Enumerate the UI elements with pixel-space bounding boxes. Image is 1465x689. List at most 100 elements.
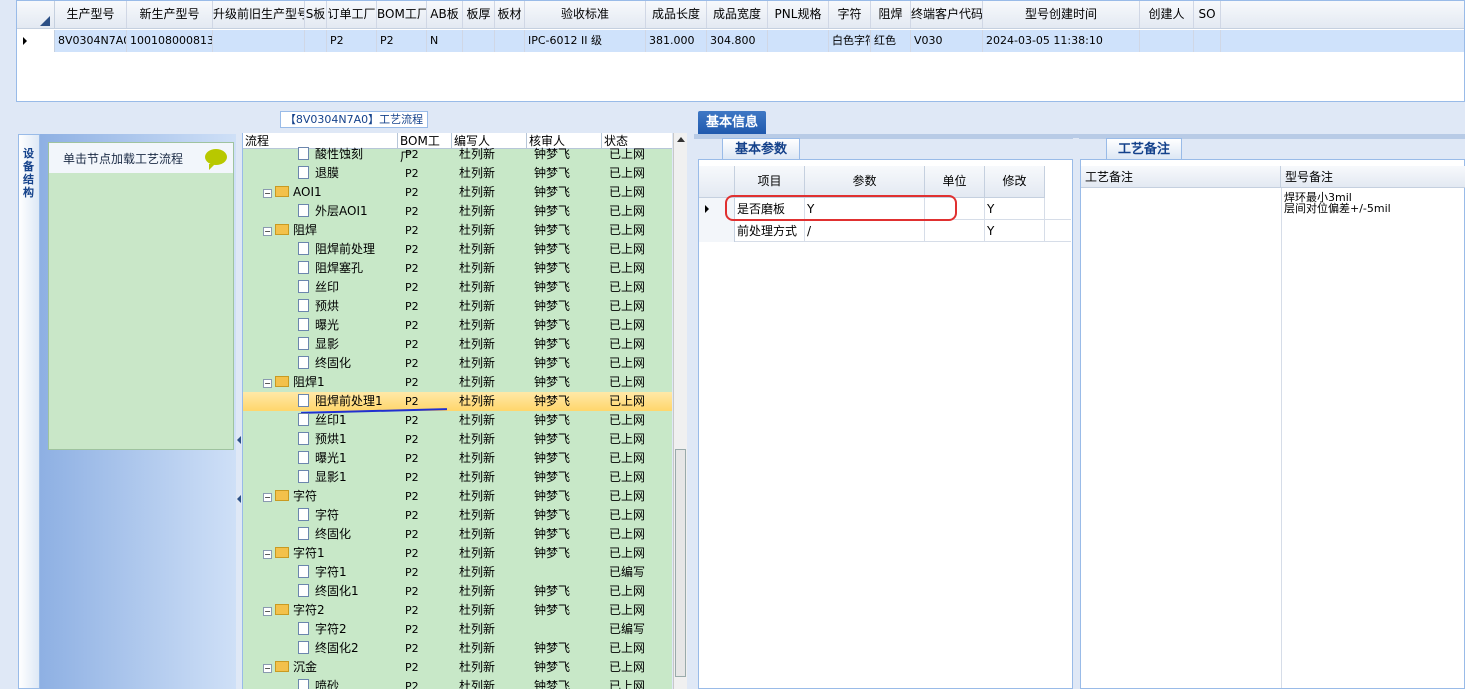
select-all-corner[interactable]	[17, 1, 55, 29]
tree-cell-reviewer: 钟梦飞	[534, 337, 571, 351]
grid-cell-2[interactable]	[213, 30, 305, 52]
tree-node[interactable]: 喷砂 P2 杜列新 钟梦飞 已上网	[243, 677, 672, 689]
tree-node[interactable]: 预烘 P2 杜列新 钟梦飞 已上网	[243, 297, 672, 316]
params-row[interactable]: 前处理方式 / Y	[699, 220, 1071, 242]
grid-header-9[interactable]: 验收标准	[525, 1, 646, 28]
grid-cell-10[interactable]: 381.000	[646, 30, 707, 52]
grid-cell-6[interactable]: N	[427, 30, 463, 52]
tree-node[interactable]: 终固化 P2 杜列新 钟梦飞 已上网	[243, 354, 672, 373]
tree-node[interactable]: 酸性蚀刻 P2 杜列新 钟梦飞 已上网	[243, 145, 672, 164]
tree-node[interactable]: 退膜 P2 杜列新 钟梦飞 已上网	[243, 164, 672, 183]
right-splitter[interactable]	[1073, 138, 1079, 689]
expand-toggle-icon[interactable]: −	[263, 664, 272, 673]
grid-header-8[interactable]: 板材	[495, 1, 525, 28]
expand-toggle-icon[interactable]: −	[263, 550, 272, 559]
grid-cell-0[interactable]: 8V0304N7A0	[55, 30, 127, 52]
tree-node[interactable]: 曝光 P2 杜列新 钟梦飞 已上网	[243, 316, 672, 335]
grid-cell-7[interactable]	[463, 30, 495, 52]
tree-folder-node[interactable]: − 阻焊1 P2 杜列新 钟梦飞 已上网	[243, 373, 672, 392]
tab-basic-params[interactable]: 基本参数	[722, 138, 800, 160]
folder-icon	[275, 186, 289, 197]
tree-cell-writer: 杜列新	[459, 622, 496, 636]
tree-folder-node[interactable]: − 字符 P2 杜列新 钟梦飞 已上网	[243, 487, 672, 506]
tree-node[interactable]: 终固化1 P2 杜列新 钟梦飞 已上网	[243, 582, 672, 601]
grid-cell-3[interactable]	[305, 30, 327, 52]
grid-cell-8[interactable]	[495, 30, 525, 52]
grid-header-12[interactable]: PNL规格	[768, 1, 829, 28]
grid-header-13[interactable]: 字符	[829, 1, 871, 28]
grid-header-3[interactable]: S板	[305, 1, 327, 28]
param-modify[interactable]: Y	[985, 220, 1045, 242]
grid-header-2[interactable]: 升级前旧生产型号	[213, 1, 305, 28]
grid-header-6[interactable]: AB板	[427, 1, 463, 28]
grid-cell-13[interactable]: 白色字符	[829, 30, 871, 52]
tree-node[interactable]: 阻焊前处理 P2 杜列新 钟梦飞 已上网	[243, 240, 672, 259]
grid-header-7[interactable]: 板厚	[463, 1, 495, 28]
grid-cell-5[interactable]: P2	[377, 30, 427, 52]
expand-toggle-icon[interactable]: −	[263, 493, 272, 502]
tree-folder-node[interactable]: − AOI1 P2 杜列新 钟梦飞 已上网	[243, 183, 672, 202]
tree-folder-node[interactable]: − 字符1 P2 杜列新 钟梦飞 已上网	[243, 544, 672, 563]
document-icon	[298, 679, 309, 689]
grid-header-11[interactable]: 成品宽度	[707, 1, 768, 28]
grid-cell-9[interactable]: IPC-6012 II 级	[525, 30, 646, 52]
tab-basic-info[interactable]: 基本信息	[698, 111, 766, 135]
tree-folder-node[interactable]: − 沉金 P2 杜列新 钟梦飞 已上网	[243, 658, 672, 677]
grid-cell-17[interactable]	[1140, 30, 1194, 52]
tree-node[interactable]: 阻焊塞孔 P2 杜列新 钟梦飞 已上网	[243, 259, 672, 278]
param-value[interactable]: /	[805, 220, 925, 242]
scrollbar-thumb[interactable]	[675, 449, 686, 677]
grid-header-4[interactable]: 订单工厂	[327, 1, 377, 28]
tree-cell-status: 已上网	[609, 261, 646, 275]
param-modify[interactable]: Y	[985, 198, 1045, 220]
tree-node[interactable]: 预烘1 P2 杜列新 钟梦飞 已上网	[243, 430, 672, 449]
tree-node[interactable]: 丝印1 P2 杜列新 钟梦飞 已上网	[243, 411, 672, 430]
model-remark-text[interactable]: 焊环最小3mil 层间对位偏差+/-5mil	[1284, 192, 1464, 214]
grid-cell-1[interactable]: 10010800081357	[127, 30, 213, 52]
expand-toggle-icon[interactable]: −	[263, 379, 272, 388]
load-hint-header[interactable]: 单击节点加载工艺流程	[49, 143, 233, 173]
param-unit[interactable]	[925, 220, 985, 242]
tree-folder-node[interactable]: − 字符2 P2 杜列新 钟梦飞 已上网	[243, 601, 672, 620]
tree-scrollbar[interactable]	[673, 133, 687, 689]
collapse-left-icon[interactable]	[237, 436, 241, 444]
grid-header-17[interactable]: 创建人	[1140, 1, 1194, 28]
grid-cell-18[interactable]	[1194, 30, 1221, 52]
scroll-up-icon[interactable]	[677, 137, 685, 142]
grid-cell-11[interactable]: 304.800	[707, 30, 768, 52]
tree-node[interactable]: 显影 P2 杜列新 钟梦飞 已上网	[243, 335, 672, 354]
tree-node[interactable]: 曝光1 P2 杜列新 钟梦飞 已上网	[243, 449, 672, 468]
tree-node-label: 丝印1	[298, 411, 347, 430]
tree-cell-writer: 杜列新	[459, 356, 496, 370]
tree-node[interactable]: 字符 P2 杜列新 钟梦飞 已上网	[243, 506, 672, 525]
expand-toggle-icon[interactable]: −	[263, 189, 272, 198]
grid-header-14[interactable]: 阻焊	[871, 1, 911, 28]
table-row[interactable]: 8V0304N7A010010800081357P2P2NIPC-6012 II…	[17, 30, 1464, 52]
grid-header-18[interactable]: SO	[1194, 1, 1221, 28]
grid-header-10[interactable]: 成品长度	[646, 1, 707, 28]
tree-node[interactable]: 终固化2 P2 杜列新 钟梦飞 已上网	[243, 639, 672, 658]
tree-node[interactable]: 终固化 P2 杜列新 钟梦飞 已上网	[243, 525, 672, 544]
grid-header-15[interactable]: 终端客户代码	[911, 1, 983, 28]
grid-header-1[interactable]: 新生产型号	[127, 1, 213, 28]
tree-folder-node[interactable]: − 阻焊 P2 杜列新 钟梦飞 已上网	[243, 221, 672, 240]
grid-header-16[interactable]: 型号创建时间	[983, 1, 1140, 28]
grid-cell-14[interactable]: 红色	[871, 30, 911, 52]
grid-header-5[interactable]: BOM工厂	[377, 1, 427, 28]
tree-node[interactable]: 显影1 P2 杜列新 钟梦飞 已上网	[243, 468, 672, 487]
grid-header-0[interactable]: 生产型号	[55, 1, 127, 28]
tree-node[interactable]: 外层AOI1 P2 杜列新 钟梦飞 已上网	[243, 202, 672, 221]
grid-cell-4[interactable]: P2	[327, 30, 377, 52]
tab-process-notes[interactable]: 工艺备注	[1106, 138, 1182, 160]
tree-node[interactable]: 丝印 P2 杜列新 钟梦飞 已上网	[243, 278, 672, 297]
tree-node[interactable]: 阻焊前处理1 P2 杜列新 钟梦飞 已上网	[243, 392, 672, 411]
grid-cell-15[interactable]: V030	[911, 30, 983, 52]
expand-toggle-icon[interactable]: −	[263, 607, 272, 616]
tab-device-structure[interactable]: 设备结构	[18, 134, 40, 689]
collapse-left-icon-2[interactable]	[237, 495, 241, 503]
grid-cell-16[interactable]: 2024-03-05 11:38:10	[983, 30, 1140, 52]
expand-toggle-icon[interactable]: −	[263, 227, 272, 236]
tree-node[interactable]: 字符2 P2 杜列新 已编写	[243, 620, 672, 639]
grid-cell-12[interactable]	[768, 30, 829, 52]
tree-node[interactable]: 字符1 P2 杜列新 已编写	[243, 563, 672, 582]
